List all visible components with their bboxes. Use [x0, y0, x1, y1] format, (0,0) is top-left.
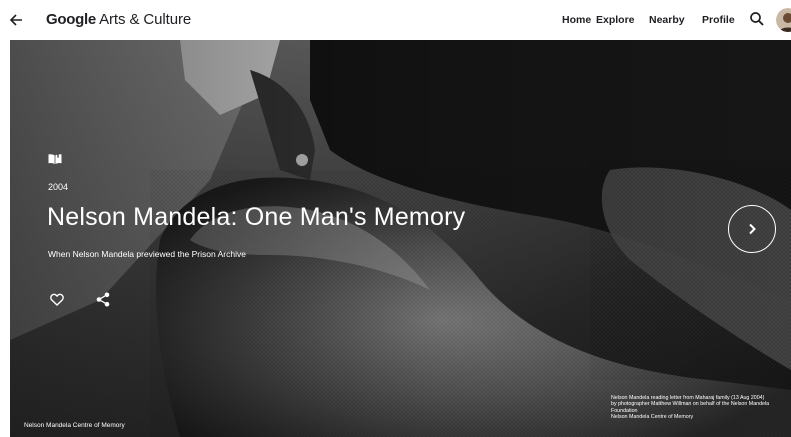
caption-photographer: by photographer Matthew Willman on behal…: [611, 401, 770, 414]
share-icon[interactable]: [96, 292, 110, 307]
story-title: Nelson Mandela: One Man's Memory: [47, 203, 466, 231]
nav-home[interactable]: Home: [562, 14, 591, 26]
story-year: 2004: [48, 182, 69, 192]
nav-nearby[interactable]: Nearby: [649, 14, 685, 26]
hero-banner: 2004 Nelson Mandela: One Man's Memory Wh…: [10, 40, 791, 437]
top-app-bar: Google Arts & Culture Home Explore Nearb…: [0, 0, 791, 40]
nav-explore[interactable]: Explore: [596, 14, 635, 26]
hero-photo: [10, 40, 791, 437]
partner-credit[interactable]: Nelson Mandela Centre of Memory: [24, 422, 125, 429]
back-arrow-icon[interactable]: [6, 10, 26, 30]
nav-profile[interactable]: Profile: [702, 14, 735, 26]
caption-source: Nelson Mandela Centre of Memory: [611, 413, 694, 420]
image-caption: Nelson Mandela reading letter from Mahar…: [611, 395, 787, 420]
open-book-icon: [48, 152, 62, 164]
google-arts-culture-logo[interactable]: Google Arts & Culture: [46, 11, 191, 28]
logo-google-text: Google: [46, 11, 96, 28]
heart-outline-icon[interactable]: [50, 293, 64, 306]
logo-arts-culture-text: Arts & Culture: [95, 11, 192, 28]
chevron-right-icon: [749, 223, 756, 235]
next-slide-button[interactable]: [728, 205, 776, 253]
story-subtitle: When Nelson Mandela previewed the Prison…: [48, 249, 246, 259]
search-icon[interactable]: [749, 11, 765, 27]
user-avatar[interactable]: [776, 8, 791, 32]
